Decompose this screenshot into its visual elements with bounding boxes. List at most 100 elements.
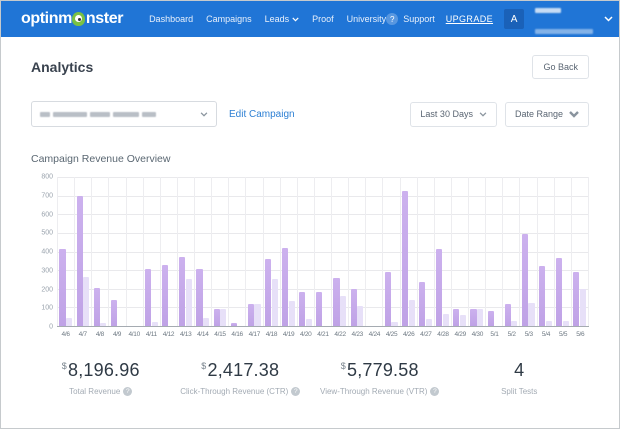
bar-primary[interactable] — [316, 292, 323, 326]
bar-group — [245, 177, 262, 326]
bar-primary[interactable] — [282, 247, 289, 326]
bar-primary[interactable] — [247, 303, 254, 326]
edit-campaign-link[interactable]: Edit Campaign — [229, 109, 295, 120]
support-link[interactable]: ? Support — [386, 13, 435, 25]
bar-secondary[interactable] — [477, 309, 484, 326]
period-chevron-icon — [479, 111, 487, 117]
bar-primary[interactable] — [179, 257, 186, 326]
bar-primary[interactable] — [504, 303, 511, 326]
date-range-dropdown-button[interactable]: Date Range — [504, 101, 589, 127]
x-tick-label: 4/17 — [248, 331, 261, 338]
bar-secondary[interactable] — [305, 318, 312, 326]
bar-secondary[interactable] — [511, 321, 518, 326]
bar-secondary[interactable] — [528, 302, 535, 326]
bar-primary[interactable] — [521, 233, 528, 326]
x-tick-label: 4/7 — [78, 331, 87, 338]
bar-group — [570, 177, 589, 326]
nav-item-dashboard[interactable]: Dashboard — [149, 14, 193, 24]
bar-secondary[interactable] — [408, 299, 415, 326]
bar-secondary[interactable] — [185, 278, 193, 326]
bar-primary[interactable] — [162, 265, 169, 326]
stat-value: $5,779.58 — [340, 360, 419, 380]
account-avatar[interactable]: A — [504, 9, 525, 29]
chart-y-axis: 800 700 600 500 400 300 200 100 0 — [31, 174, 57, 331]
stat-label-text: Total Revenue — [69, 387, 121, 396]
bar-secondary[interactable] — [340, 296, 347, 326]
bar-primary[interactable] — [384, 272, 391, 326]
support-label: Support — [403, 14, 435, 24]
stat-value: 4 — [514, 360, 525, 380]
bar-primary[interactable] — [350, 288, 357, 326]
y-tick-label: 0 — [49, 323, 53, 331]
bar-primary[interactable] — [436, 248, 443, 326]
bar-secondary[interactable] — [562, 321, 569, 326]
bar-primary[interactable] — [573, 272, 580, 326]
bar-group — [468, 177, 485, 326]
campaign-select[interactable] — [31, 101, 217, 127]
bar-primary[interactable] — [453, 309, 460, 326]
nav-item-university[interactable]: University — [347, 14, 387, 24]
bar-secondary[interactable] — [442, 313, 449, 326]
bar-secondary[interactable] — [66, 317, 73, 326]
bar-group — [485, 177, 502, 326]
bar-primary[interactable] — [93, 287, 100, 326]
nav-item-proof[interactable]: Proof — [312, 14, 334, 24]
x-tick-label: 5/4 — [541, 331, 551, 338]
x-tick-label: 5/5 — [559, 331, 568, 338]
bar-primary[interactable] — [401, 190, 409, 326]
stat-label: Split Tests — [450, 387, 590, 396]
nav-item-campaigns[interactable]: Campaigns — [206, 14, 252, 24]
bar-primary[interactable] — [59, 248, 66, 326]
bar-group — [399, 177, 417, 326]
help-icon[interactable]: ? — [123, 387, 133, 396]
bar-secondary[interactable] — [220, 309, 227, 326]
bar-primary[interactable] — [470, 309, 477, 326]
bar-primary[interactable] — [538, 266, 546, 326]
period-dropdown-button[interactable]: Last 30 Days — [410, 101, 497, 127]
bar-secondary[interactable] — [545, 321, 552, 326]
bar-primary[interactable] — [213, 309, 220, 326]
upgrade-link[interactable]: UPGRADE — [446, 14, 493, 24]
bar-group — [553, 177, 571, 326]
y-tick-label: 500 — [41, 229, 53, 237]
bar-secondary[interactable] — [83, 276, 90, 326]
bar-secondary[interactable] — [203, 317, 210, 326]
stat-value: $2,417.38 — [201, 360, 280, 380]
bar-primary[interactable] — [556, 258, 563, 326]
bar-secondary[interactable] — [459, 314, 467, 326]
bar-group — [176, 177, 194, 326]
bar-primary[interactable] — [230, 323, 237, 326]
bar-secondary[interactable] — [288, 300, 295, 326]
bar-primary[interactable] — [333, 277, 340, 326]
bar-secondary[interactable] — [357, 305, 364, 326]
x-tick-label: 4/13 — [179, 331, 192, 338]
stat-label-text: Click-Through Revenue (CTR) — [180, 387, 289, 396]
bar-primary[interactable] — [487, 311, 494, 326]
account-menu-chevron-icon[interactable] — [604, 16, 613, 22]
go-back-button[interactable]: Go Back — [532, 55, 589, 79]
help-icon[interactable]: ? — [291, 387, 301, 396]
bar-primary[interactable] — [145, 269, 152, 326]
bar-primary[interactable] — [419, 282, 426, 326]
bar-secondary[interactable] — [151, 322, 158, 326]
nav-item-label: Campaigns — [206, 14, 252, 24]
x-tick-label: 4/14 — [197, 331, 209, 338]
bar-primary[interactable] — [299, 292, 306, 326]
bar-secondary[interactable] — [254, 303, 261, 326]
nav-item-leads[interactable]: Leads — [265, 14, 300, 24]
x-tick-label: 4/29 — [454, 331, 466, 338]
help-icon[interactable]: ? — [430, 387, 440, 396]
x-tick-label: 4/15 — [214, 331, 226, 338]
bar-secondary[interactable] — [391, 322, 398, 326]
bar-secondary[interactable] — [425, 319, 432, 326]
bar-primary[interactable] — [110, 299, 117, 326]
bar-primary[interactable] — [76, 195, 83, 326]
bar-secondary[interactable] — [100, 323, 107, 326]
bar-secondary[interactable] — [579, 288, 586, 326]
bar-primary[interactable] — [196, 269, 203, 326]
controls-row: Edit Campaign Last 30 Days Date Range — [31, 101, 589, 127]
optinmonster-logo[interactable]: optinm nster — [21, 10, 123, 28]
bar-secondary[interactable] — [271, 279, 278, 326]
stat-split-tests: 4 Split Tests — [450, 360, 590, 396]
bar-primary[interactable] — [264, 258, 272, 326]
